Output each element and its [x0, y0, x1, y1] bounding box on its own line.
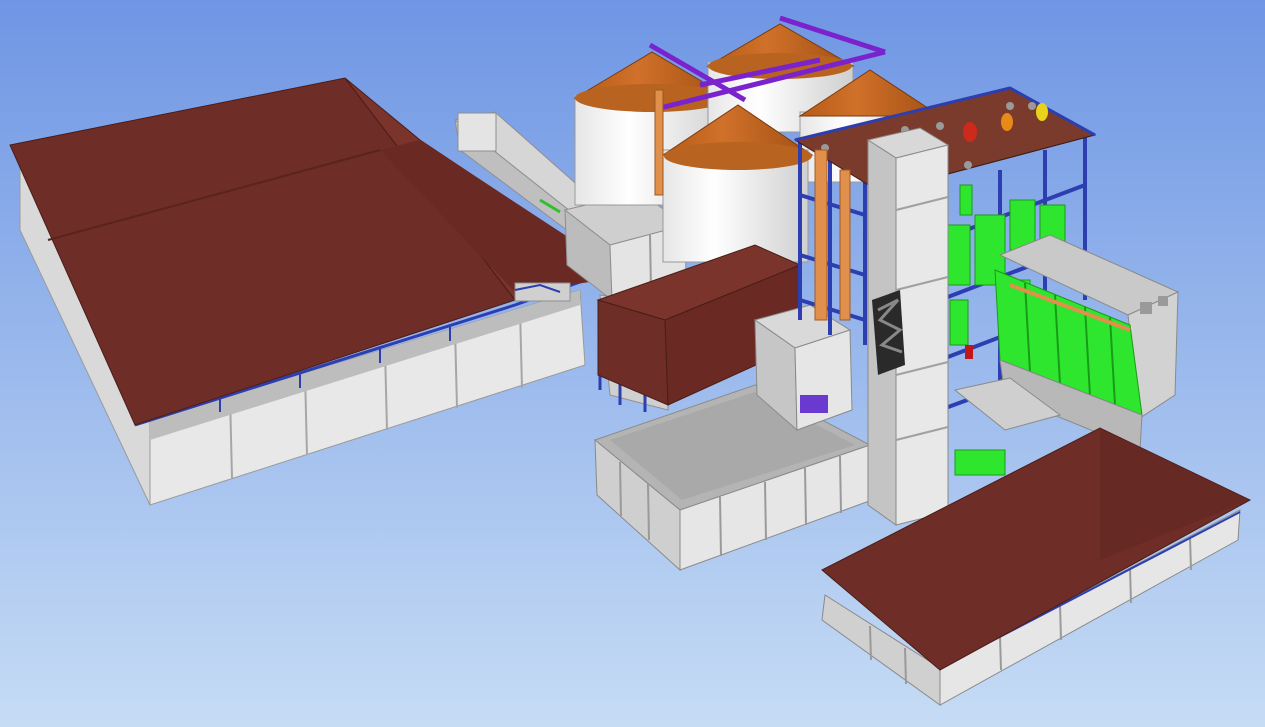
3d-viewport[interactable] [0, 0, 1265, 727]
plant-model-scene [0, 0, 1265, 727]
elevator-leg[interactable] [866, 127, 950, 526]
